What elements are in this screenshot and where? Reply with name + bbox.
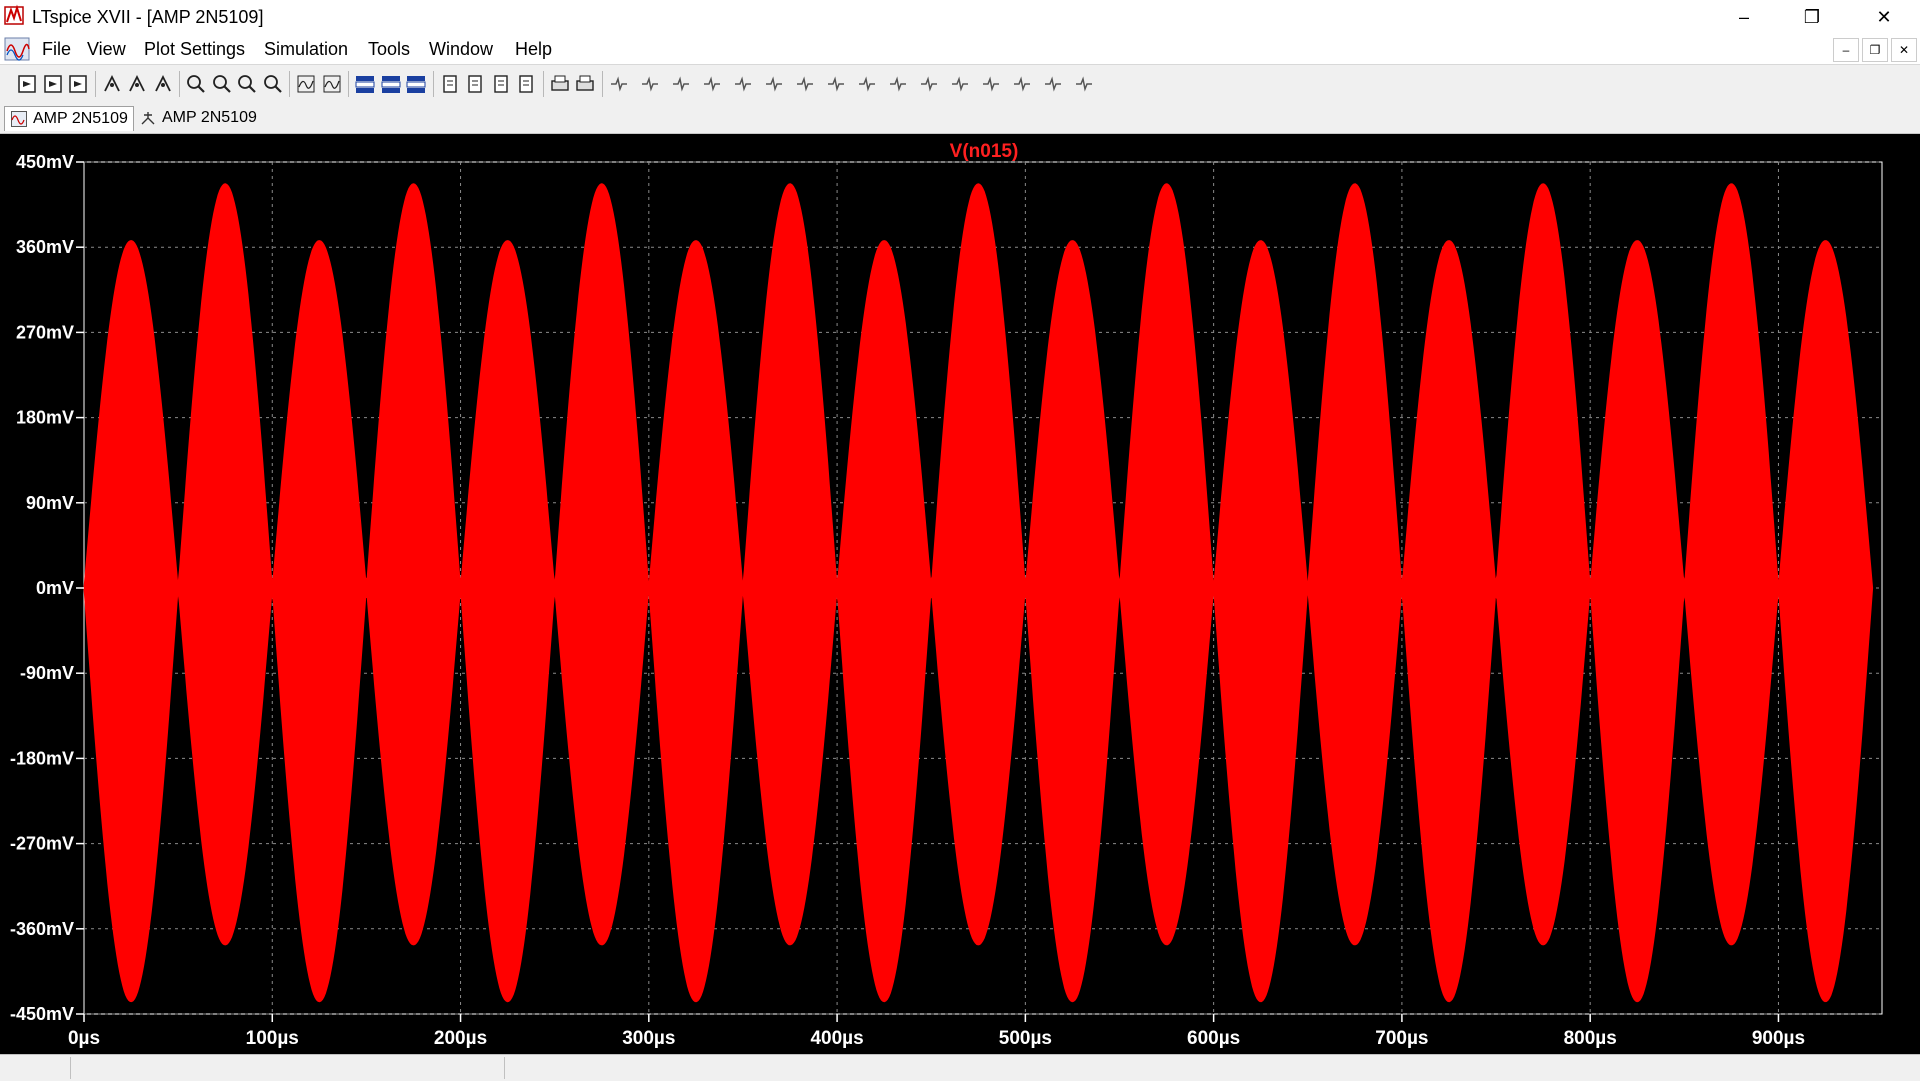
ground-icon[interactable] bbox=[639, 73, 661, 95]
mdi-minimize-button[interactable]: – bbox=[1833, 38, 1859, 62]
y-tick-label: 450mV bbox=[16, 152, 74, 172]
close-button[interactable]: ✕ bbox=[1850, 0, 1918, 34]
toolbar bbox=[0, 64, 1920, 104]
minimize-button[interactable]: – bbox=[1710, 0, 1778, 34]
tile-vertical-icon[interactable] bbox=[405, 73, 427, 95]
tab-schematic[interactable]: AMP 2N5109 bbox=[134, 106, 262, 130]
x-tick-label: 400µs bbox=[810, 1028, 863, 1049]
status-segment bbox=[70, 1057, 71, 1079]
rotate-icon[interactable] bbox=[980, 73, 1002, 95]
menu-file[interactable]: File bbox=[42, 39, 71, 60]
zoom-in-icon[interactable] bbox=[185, 73, 207, 95]
cut-icon[interactable] bbox=[439, 73, 461, 95]
tab-waveform-label: AMP 2N5109 bbox=[33, 110, 128, 127]
diode-icon[interactable] bbox=[794, 73, 816, 95]
resistor-icon[interactable] bbox=[701, 73, 723, 95]
menu-simulation[interactable]: Simulation bbox=[264, 39, 348, 60]
run-icon[interactable] bbox=[126, 73, 148, 95]
status-bar bbox=[0, 1054, 1920, 1081]
undo-icon[interactable] bbox=[918, 73, 940, 95]
x-tick-label: 600µs bbox=[1187, 1028, 1240, 1049]
menu-bar: File View Plot Settings Simulation Tools… bbox=[0, 34, 1920, 64]
zoom-cancel-icon[interactable] bbox=[262, 73, 284, 95]
spice-directive-icon[interactable] bbox=[1073, 73, 1095, 95]
mdi-close-button[interactable]: ✕ bbox=[1891, 38, 1917, 62]
x-tick-label: 0µs bbox=[68, 1028, 100, 1049]
control-panel-icon[interactable] bbox=[101, 73, 123, 95]
toolbar-separator bbox=[432, 71, 434, 97]
waveform-doc-icon[interactable] bbox=[4, 37, 30, 61]
toolbar-separator bbox=[94, 71, 96, 97]
zoom-fit-icon[interactable] bbox=[236, 73, 258, 95]
toolbar-separator bbox=[542, 71, 544, 97]
toolbar-separator bbox=[289, 71, 290, 97]
y-tick-label: 270mV bbox=[16, 322, 74, 342]
document-tab-bar: AMP 2N5109 AMP 2N5109 bbox=[0, 103, 1920, 134]
waveform-chart[interactable]: 450mV 360mV 270mV 180mV 90mV 0mV -90mV -180mV -2… bbox=[0, 134, 1920, 1054]
copy-icon[interactable] bbox=[464, 73, 486, 95]
restore-button[interactable]: ❐ bbox=[1778, 0, 1846, 34]
x-tick-label: 700µs bbox=[1375, 1028, 1428, 1049]
waveform-icon bbox=[11, 111, 27, 127]
drag-icon[interactable] bbox=[887, 73, 909, 95]
y-tick-label: -180mV bbox=[10, 748, 74, 768]
print-icon[interactable] bbox=[549, 73, 571, 95]
capacitor-icon[interactable] bbox=[732, 73, 754, 95]
cascade-icon[interactable] bbox=[380, 73, 402, 95]
x-tick-label: 800µs bbox=[1564, 1028, 1617, 1049]
paste-icon[interactable] bbox=[490, 73, 512, 95]
x-tick-label: 300µs bbox=[622, 1028, 675, 1049]
schematic-icon bbox=[141, 112, 155, 125]
ltspice-app-icon[interactable] bbox=[4, 4, 26, 26]
tab-schematic-label: AMP 2N5109 bbox=[162, 109, 257, 126]
tile-horizontal-icon[interactable] bbox=[354, 73, 376, 95]
zoom-out-icon[interactable] bbox=[211, 73, 233, 95]
menu-plot-settings[interactable]: Plot Settings bbox=[144, 39, 245, 60]
x-tick-label: 100µs bbox=[246, 1028, 299, 1049]
toolbar-separator bbox=[601, 71, 603, 97]
print-setup-icon[interactable] bbox=[574, 73, 596, 95]
tab-waveform[interactable]: AMP 2N5109 bbox=[4, 106, 134, 131]
x-tick-label: 500µs bbox=[999, 1028, 1052, 1049]
trace-label-vn015[interactable]: V(n015) bbox=[950, 141, 1019, 162]
move-icon[interactable] bbox=[856, 73, 878, 95]
trace-vn015[interactable] bbox=[83, 183, 1874, 1003]
y-tick-label: -270mV bbox=[10, 834, 74, 854]
draw-wire-icon[interactable] bbox=[608, 73, 630, 95]
menu-window[interactable]: Window bbox=[429, 39, 493, 60]
new-icon[interactable] bbox=[16, 73, 38, 95]
y-tick-label: 0mV bbox=[36, 578, 74, 598]
title-bar: LTspice XVII - [AMP 2N5109] – ❐ ✕ bbox=[0, 0, 1920, 34]
label-net-icon[interactable] bbox=[670, 73, 692, 95]
mirror-icon[interactable] bbox=[1011, 73, 1033, 95]
menu-tools[interactable]: Tools bbox=[368, 39, 410, 60]
menu-help[interactable]: Help bbox=[515, 39, 552, 60]
y-tick-label: -360mV bbox=[10, 919, 74, 939]
menu-view[interactable]: View bbox=[87, 39, 126, 60]
halt-icon[interactable] bbox=[152, 73, 174, 95]
toolbar-separator bbox=[179, 71, 180, 97]
x-tick-label: 200µs bbox=[434, 1028, 487, 1049]
find-icon[interactable] bbox=[515, 73, 537, 95]
text-icon[interactable] bbox=[1042, 73, 1064, 95]
inductor-icon[interactable] bbox=[763, 73, 785, 95]
y-tick-label: 360mV bbox=[16, 237, 74, 257]
status-segment bbox=[504, 1057, 505, 1079]
autorange-icon[interactable] bbox=[295, 73, 317, 95]
y-tick-label: 90mV bbox=[26, 493, 74, 513]
toolbar-separator bbox=[348, 71, 349, 97]
y-tick-label: -90mV bbox=[20, 663, 74, 683]
mdi-restore-button[interactable]: ❐ bbox=[1862, 38, 1888, 62]
window-title: LTspice XVII - [AMP 2N5109] bbox=[32, 7, 264, 27]
waveform-plot-pane[interactable]: 450mV 360mV 270mV 180mV 90mV 0mV -90mV -180mV -2… bbox=[0, 134, 1920, 1054]
save-icon[interactable] bbox=[67, 73, 89, 95]
redo-icon[interactable] bbox=[949, 73, 971, 95]
grid-icon[interactable] bbox=[321, 73, 343, 95]
open-icon[interactable] bbox=[42, 73, 64, 95]
y-tick-label: 180mV bbox=[16, 408, 74, 428]
component-icon[interactable] bbox=[825, 73, 847, 95]
y-tick-label: -450mV bbox=[10, 1004, 74, 1024]
x-tick-label: 900µs bbox=[1752, 1028, 1805, 1049]
